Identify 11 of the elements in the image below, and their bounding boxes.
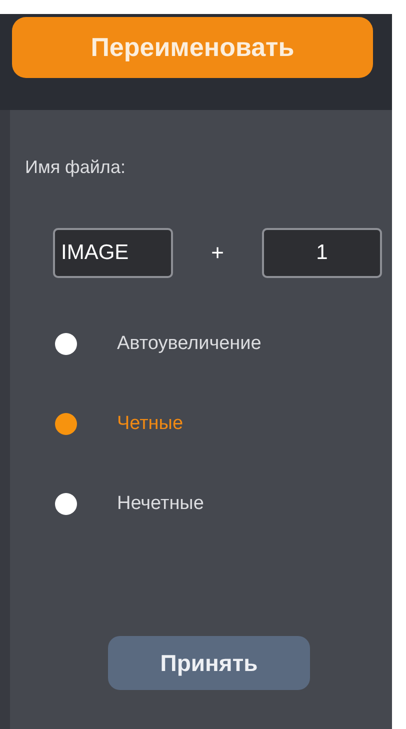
filename-label: Имя файла: [25, 157, 126, 178]
radio-option[interactable]: Автоувеличение [55, 332, 262, 356]
radio-option[interactable]: Нечетные [55, 492, 262, 516]
name-input-field[interactable]: IMAGE [53, 228, 173, 278]
option-label: Нечетные [117, 493, 204, 515]
option-label: Четные [117, 413, 184, 435]
accept-button[interactable]: Принять [108, 636, 310, 690]
radio-option[interactable]: Четные [55, 412, 262, 436]
plus-sign: + [210, 240, 225, 266]
option-label: Автоувеличение [117, 333, 262, 355]
number-input-field[interactable]: 1 [262, 228, 382, 278]
